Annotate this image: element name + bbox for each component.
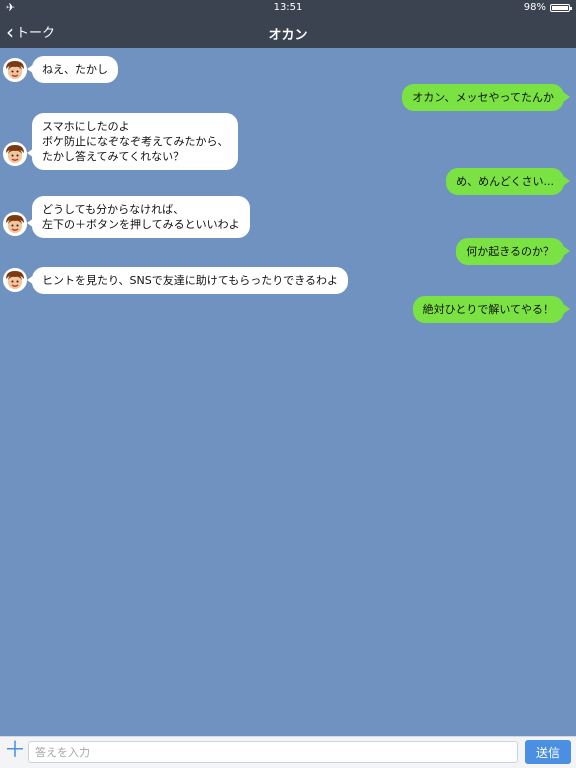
message-line: 左下の＋ボタンを押してみるといいわよ bbox=[42, 218, 240, 231]
message-line: スマホにしたのよ bbox=[42, 120, 130, 133]
avatar[interactable] bbox=[3, 142, 27, 166]
battery-percent: 98% bbox=[523, 2, 546, 13]
battery-icon bbox=[550, 3, 572, 12]
message-line: ヒントを見たり、SNSで友達に助けてもらったりできるわよ bbox=[42, 274, 338, 287]
avatar[interactable] bbox=[3, 268, 27, 292]
message-bubble: 絶対ひとりで解いてやる！ bbox=[412, 296, 564, 323]
mother-avatar-icon bbox=[3, 268, 27, 292]
plus-icon[interactable]: ＋ bbox=[4, 740, 26, 764]
message-bubble: オカン、メッセやってたんか bbox=[402, 84, 564, 111]
chat-area[interactable]: ねえ、たかし オカン、メッセやってたんか スマホにしたのよ ボケ防止になぞなぞ考… bbox=[0, 48, 576, 736]
nav-bar: ‹ トーク オカン bbox=[0, 16, 576, 48]
message-bubble: 何か起きるのか？ bbox=[456, 238, 564, 265]
answer-input[interactable] bbox=[28, 741, 518, 763]
message-line: 何か起きるのか？ bbox=[466, 245, 554, 258]
mother-avatar-icon bbox=[3, 142, 27, 166]
message-line: め、めんどくさい... bbox=[456, 175, 554, 188]
message-bubble: め、めんどくさい... bbox=[446, 168, 564, 195]
message-bubble: ヒントを見たり、SNSで友達に助けてもらったりできるわよ bbox=[32, 267, 348, 294]
mother-avatar-icon bbox=[3, 212, 27, 236]
message-bubble: スマホにしたのよ ボケ防止になぞなぞ考えてみたから、 たかし答えてみてくれない？ bbox=[32, 113, 239, 170]
message-bubble: ねえ、たかし bbox=[32, 56, 118, 83]
message-line: ボケ防止になぞなぞ考えてみたから、 bbox=[42, 135, 229, 148]
mother-avatar-icon bbox=[3, 58, 27, 82]
message-bubble: どうしても分からなければ、 左下の＋ボタンを押してみるといいわよ bbox=[32, 196, 250, 238]
avatar[interactable] bbox=[3, 58, 27, 82]
status-bar: ✈ 13:51 98% bbox=[0, 0, 576, 16]
message-line: どうしても分からなければ、 bbox=[42, 203, 185, 216]
status-time: 13:51 bbox=[273, 2, 303, 13]
message-line: たかし答えてみてくれない？ bbox=[42, 150, 185, 163]
battery-indicator: 98% bbox=[523, 2, 572, 13]
send-button[interactable]: 送信 bbox=[525, 740, 571, 764]
message-line: 絶対ひとりで解いてやる！ bbox=[422, 303, 554, 316]
message-line: オカン、メッセやってたんか bbox=[412, 91, 554, 104]
message-line: ねえ、たかし bbox=[42, 63, 108, 76]
avatar[interactable] bbox=[3, 212, 27, 236]
chat-title: オカン bbox=[268, 28, 308, 43]
input-bar: ＋ 送信 bbox=[0, 736, 576, 768]
